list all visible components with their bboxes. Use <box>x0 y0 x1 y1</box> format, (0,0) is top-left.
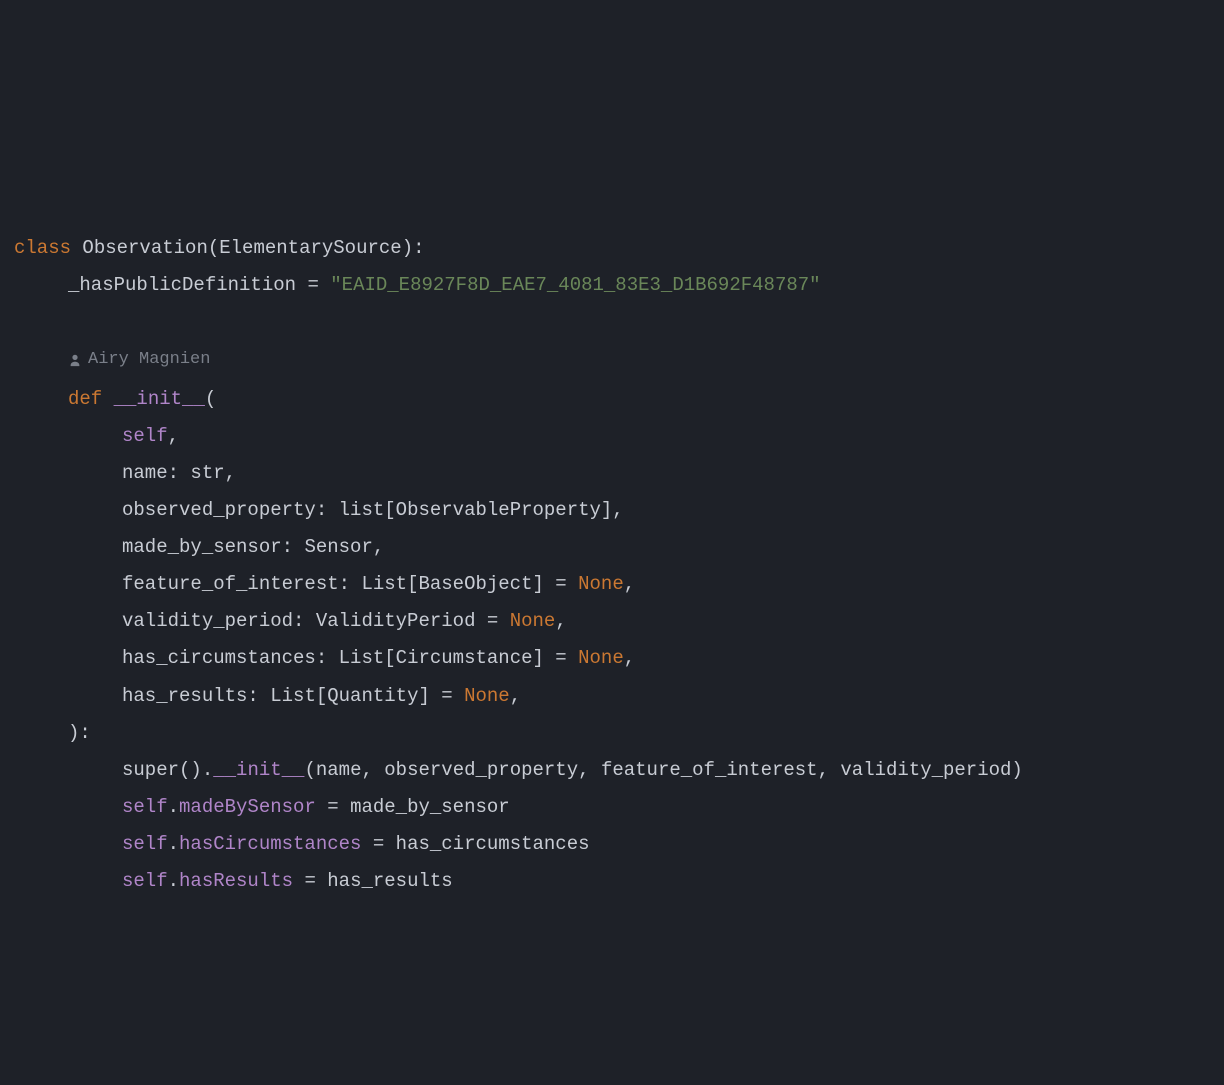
code-line-super-call[interactable]: super().__init__(name, observed_property… <box>14 759 1023 781</box>
base-class: ElementarySource <box>219 237 401 259</box>
code-line-class-attr[interactable]: _hasPublicDefinition = "EAID_E8927F8D_EA… <box>14 274 821 296</box>
blank-line <box>14 311 25 333</box>
code-line-assign-1[interactable]: self.madeBySensor = made_by_sensor <box>14 796 510 818</box>
code-line-def[interactable]: def __init__( <box>14 388 216 410</box>
code-line-param-observed-property[interactable]: observed_property: list[ObservableProper… <box>14 499 624 521</box>
author-name: Airy Magnien <box>88 341 210 378</box>
class-name: Observation <box>82 237 207 259</box>
code-line-assign-2[interactable]: self.hasCircumstances = has_circumstance… <box>14 833 590 855</box>
keyword-class: class <box>14 237 71 259</box>
code-line-param-name[interactable]: name: str, <box>14 462 236 484</box>
code-line-assign-3[interactable]: self.hasResults = has_results <box>14 870 453 892</box>
code-line-param-made-by-sensor[interactable]: made_by_sensor: Sensor, <box>14 536 384 558</box>
author-inlay-hint: Airy Magnien <box>14 341 210 378</box>
code-editor[interactable]: class Observation(ElementarySource): _ha… <box>0 156 1224 900</box>
class-attr-name: _hasPublicDefinition <box>68 274 296 296</box>
function-name: __init__ <box>114 388 205 410</box>
code-line-def-close[interactable]: ): <box>14 722 91 744</box>
code-line-param-has-circumstances[interactable]: has_circumstances: List[Circumstance] = … <box>14 647 635 669</box>
keyword-def: def <box>68 388 102 410</box>
param-self: self <box>122 425 168 447</box>
class-attr-value: "EAID_E8927F8D_EAE7_4081_83E3_D1B692F487… <box>330 274 820 296</box>
code-line-class-decl[interactable]: class Observation(ElementarySource): <box>14 237 425 259</box>
code-line-param-has-results[interactable]: has_results: List[Quantity] = None, <box>14 685 521 707</box>
code-line-param-feature-of-interest[interactable]: feature_of_interest: List[BaseObject] = … <box>14 573 635 595</box>
code-line-param-validity-period[interactable]: validity_period: ValidityPeriod = None, <box>14 610 567 632</box>
person-icon <box>68 353 82 367</box>
code-line-param-self[interactable]: self, <box>14 425 179 447</box>
